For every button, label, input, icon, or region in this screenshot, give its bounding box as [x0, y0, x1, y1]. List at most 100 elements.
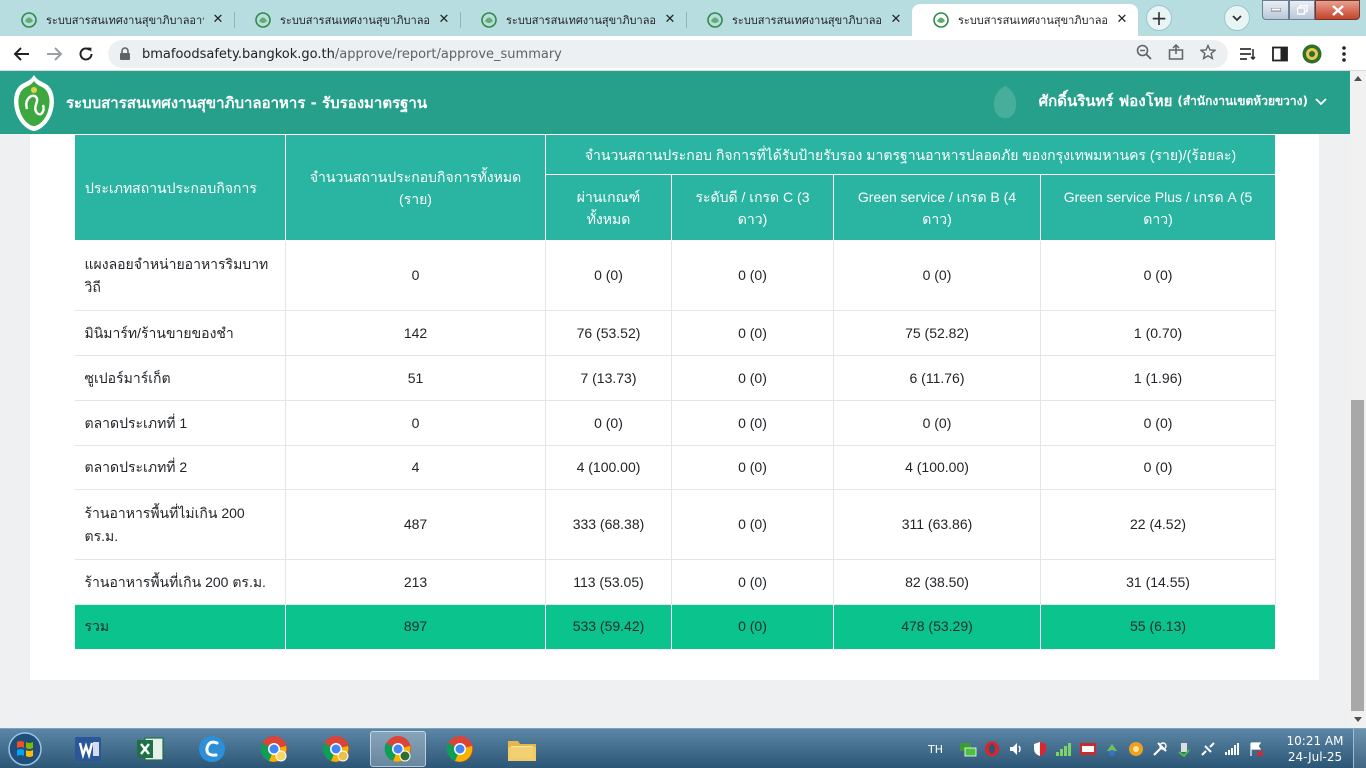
excel-icon — [137, 737, 164, 761]
table-row: ซูเปอร์มาร์เก็ต 51 7 (13.73) 0 (0) 6 (11… — [74, 355, 1277, 401]
new-tab-button[interactable]: + — [1146, 5, 1172, 31]
tab-close-icon[interactable]: ✕ — [888, 12, 904, 28]
network-bars-icon[interactable] — [1223, 740, 1241, 758]
taskbar-file-explorer[interactable] — [494, 731, 550, 767]
arrow-right-icon — [47, 47, 63, 61]
browser-tab-5-active[interactable]: ระบบสารสนเทศงานสุขาภิบาลอาหาร ✕ — [912, 4, 1138, 36]
taskbar-chrome-1[interactable] — [246, 731, 302, 767]
ccc-icon[interactable] — [1079, 740, 1097, 758]
reload-button[interactable] — [72, 40, 100, 68]
cell-total: 487 — [285, 489, 546, 560]
browser-tab-2[interactable]: ระบบสารสนเทศงานสุขาภิบาลอาหาร ✕ — [234, 4, 461, 36]
tools-icon[interactable] — [1151, 740, 1169, 758]
header-grade-b: Green service / เกรด B (4 ดาว) — [833, 174, 1041, 241]
cell-total: 142 — [285, 310, 546, 356]
chrome-icon — [322, 736, 349, 762]
cell-grade-b: 0 (0) — [833, 240, 1041, 311]
window-close-button[interactable] — [1315, 0, 1360, 20]
tab-close-icon[interactable]: ✕ — [210, 12, 226, 28]
reading-list-icon[interactable] — [1238, 44, 1258, 64]
table-row: ร้านอาหารพื้นที่เกิน 200 ตร.ม. 213 113 (… — [74, 559, 1277, 605]
input-language[interactable]: TH — [928, 743, 943, 756]
taskbar-chrome-3-active[interactable] — [370, 731, 426, 767]
network-monitor-icon[interactable] — [959, 740, 977, 758]
approve-summary-table: ประเภทสถานประกอบกิจการ จำนวนสถานประกอบกิ… — [74, 134, 1277, 649]
share-icon[interactable] — [1167, 43, 1185, 61]
zoom-icon[interactable] — [1135, 43, 1153, 61]
close-icon — [1331, 4, 1344, 16]
url-path: /approve/report/approve_summary — [334, 46, 562, 62]
taskbar-excel[interactable] — [122, 731, 178, 767]
windows-taskbar: TH 10:21 AM 24-Jul-25 — [0, 728, 1366, 768]
user-emblem-icon — [993, 86, 1017, 119]
address-bar[interactable]: bmafoodsafety.bangkok.go.th/approve/repo… — [108, 40, 1228, 68]
cell-pass-all: 113 (53.05) — [545, 559, 672, 605]
updater-icon[interactable] — [1127, 740, 1145, 758]
bookmark-star-icon[interactable] — [1199, 43, 1217, 61]
usb-safe-remove-icon[interactable] — [1175, 740, 1193, 758]
browser-menu-icon[interactable] — [1334, 44, 1354, 64]
report-card: ประเภทสถานประกอบกิจการ จำนวนสถานประกอบกิ… — [30, 134, 1319, 680]
user-name: ศักดิ์นรินทร์ ฟองโหย — [1038, 92, 1173, 110]
tab-close-icon[interactable]: ✕ — [1114, 12, 1130, 28]
bma-favicon-icon — [481, 12, 497, 28]
connection-icon[interactable] — [1199, 740, 1217, 758]
cell-pass-all: 0 (0) — [545, 240, 672, 311]
cell-grade-a: 1 (1.96) — [1040, 355, 1277, 401]
back-button[interactable] — [8, 40, 36, 68]
chevron-down-icon — [1232, 15, 1242, 22]
cell-grade-c: 0 (0) — [671, 400, 834, 446]
scroll-down-icon[interactable] — [1354, 717, 1362, 722]
url-host: bmafoodsafety.bangkok.go.th — [142, 46, 335, 62]
tab-close-icon[interactable]: ✕ — [662, 12, 678, 28]
cell-grade-b: 6 (11.76) — [833, 355, 1041, 401]
header-certified-group: จำนวนสถานประกอบ กิจการที่ได้รับป้ายรับรอ… — [544, 134, 1277, 175]
window-restore-button[interactable] — [1289, 0, 1315, 20]
browser-tab-3[interactable]: ระบบสารสนเทศงานสุขาภิบาลอาหาร ✕ — [460, 4, 687, 36]
page-scrollbar[interactable] — [1350, 71, 1366, 728]
browser-tab-1[interactable]: ระบบสารสนเทศงานสุขาภิบาลอาหาร ✕ — [0, 4, 235, 36]
browser-tab-4[interactable]: ระบบสารสนเทศงานสุขาภิบาลอาหาร ✕ — [686, 4, 912, 36]
bluetooth-device-icon[interactable] — [1103, 740, 1121, 758]
lock-icon[interactable] — [108, 47, 142, 61]
taskbar-c-app[interactable] — [184, 731, 240, 767]
cell-total: 213 — [285, 559, 546, 605]
cell-grade-b: 75 (52.82) — [833, 310, 1041, 356]
side-panel-icon[interactable] — [1270, 44, 1290, 64]
tab-close-icon[interactable]: ✕ — [436, 12, 452, 28]
table-row: มินิมาร์ท/ร้านขายของชำ 142 76 (53.52) 0 … — [74, 310, 1277, 356]
header-grade-a: Green service Plus / เกรด A (5 ดาว) — [1039, 174, 1277, 241]
table-total-row: รวม 897 533 (59.42) 0 (0) 478 (53.29) 55… — [74, 604, 1277, 649]
cell-type: มินิมาร์ท/ร้านขายของชำ — [74, 310, 286, 356]
cell-type: ร้านอาหารพื้นที่ไม่เกิน 200 ตร.ม. — [74, 489, 286, 560]
user-menu[interactable]: ศักดิ์นรินทร์ ฟองโหย (สำนักงานเขตห้วยขวา… — [1039, 89, 1328, 113]
taskbar-chrome-4[interactable] — [432, 731, 488, 767]
system-clock[interactable]: 10:21 AM 24-Jul-25 — [1284, 733, 1346, 765]
cell-pass-all: 333 (68.38) — [545, 489, 672, 560]
header-grade-c: ระดับดี / เกรด C (3 ดาว) — [671, 174, 834, 241]
cell-grade-a: 1 (0.70) — [1040, 310, 1277, 356]
forward-button[interactable] — [40, 40, 68, 68]
tab-search-button[interactable] — [1224, 5, 1250, 31]
opera-icon[interactable] — [983, 740, 1001, 758]
signal-bars-icon[interactable] — [1055, 740, 1073, 758]
speaker-icon[interactable] — [1007, 740, 1025, 758]
bma-favicon-icon — [933, 12, 949, 28]
windows-orb-icon — [8, 732, 42, 766]
taskbar-word[interactable] — [60, 731, 116, 767]
scroll-up-icon[interactable] — [1354, 76, 1362, 81]
app-title: ระบบสารสนเทศงานสุขาภิบาลอาหาร - รับรองมา… — [66, 94, 428, 112]
screen: ระบบสารสนเทศงานสุขาภิบาลอาหาร ✕ ระบบสารส… — [0, 0, 1366, 768]
bma-logo-icon[interactable] — [10, 73, 58, 133]
window-minimize-button[interactable] — [1262, 0, 1289, 20]
taskbar-chrome-2[interactable] — [308, 731, 364, 767]
start-button[interactable] — [4, 730, 46, 768]
cell-grade-b: 478 (53.29) — [833, 604, 1041, 649]
profile-avatar[interactable] — [1302, 44, 1322, 64]
security-shield-icon[interactable] — [1031, 740, 1049, 758]
show-desktop-button[interactable] — [1353, 729, 1366, 768]
no-power-flag-icon[interactable] — [1247, 740, 1265, 758]
scrollbar-thumb[interactable] — [1351, 400, 1364, 711]
header-pass-all: ผ่านเกณฑ์ทั้งหมด — [545, 174, 672, 241]
header-business-type: ประเภทสถานประกอบกิจการ — [74, 134, 286, 241]
